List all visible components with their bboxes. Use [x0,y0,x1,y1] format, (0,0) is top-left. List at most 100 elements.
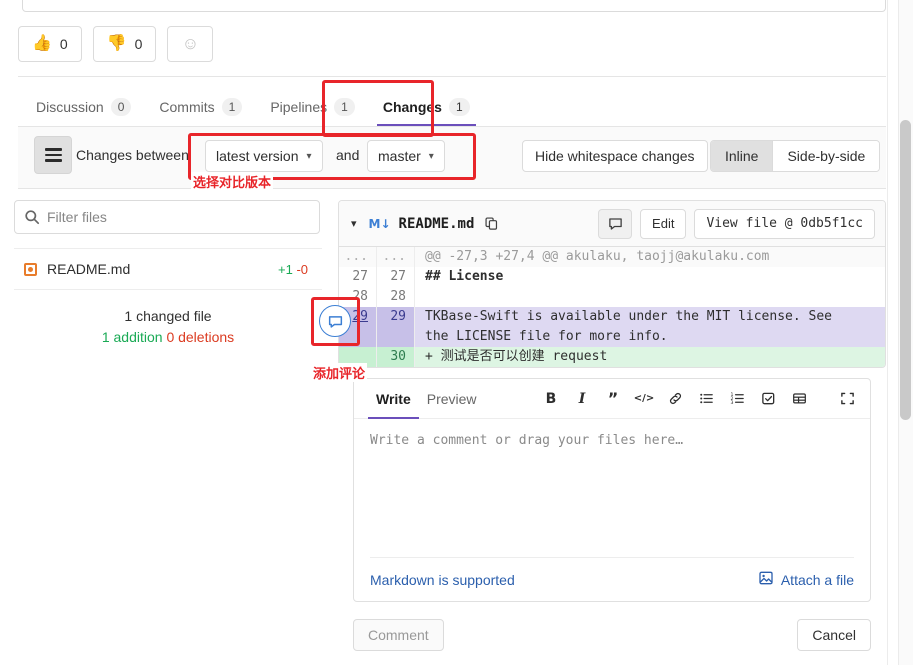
tab-pipelines[interactable]: Pipelines 1 [256,98,369,126]
reaction-thumbs-up-button[interactable]: 👍 0 [18,26,82,62]
merge-request-tabs: Discussion 0 Commits 1 Pipelines 1 Chang… [22,86,484,126]
diff-line-code: @@ -27,3 +27,4 @@ akulaku, taojj@akulaku… [425,249,770,264]
view-mode-inline[interactable]: Inline [711,141,774,171]
copy-path-icon[interactable] [484,216,499,231]
link-icon[interactable] [666,390,684,408]
tab-commits-label: Commits [159,99,215,115]
and-label: and [336,147,360,163]
diff-new-line-number: 30 [377,347,415,367]
tab-changes-label: Changes [382,99,442,115]
add-reaction-button[interactable]: ☺ [167,26,214,62]
chevron-down-icon: ▾ [428,150,434,162]
tab-changes-badge: 1 [448,98,470,116]
tab-commits[interactable]: Commits 1 [145,98,256,126]
tab-changes[interactable]: Changes 1 [369,98,484,126]
reaction-thumbs-down-button[interactable]: 👎 0 [92,26,157,62]
cancel-comment-label: Cancel [812,627,856,643]
diff-filename: README.md [398,215,475,232]
file-modified-icon [24,262,37,276]
view-mode-inline-label: Inline [725,148,759,164]
view-mode-side-by-side[interactable]: Side-by-side [773,141,880,171]
changed-files-sidebar: README.md +1 -0 1 changed file 1 additio… [14,200,322,348]
markdown-toolbar: B I ” </> 1 2 3 [542,389,856,408]
cancel-comment-button[interactable]: Cancel [797,619,871,651]
reactions-bar: 👍 0 👎 0 ☺ [18,26,214,62]
diff-file-header: ▾ M↓ README.md Edit View file @ 0db5f1cc [339,201,885,247]
edit-button[interactable]: Edit [640,208,687,239]
thumbs-down-count: 0 [134,36,143,52]
summary-additions: 1 addition [101,329,163,345]
attach-file-button[interactable]: Attach a file [758,570,854,589]
file-stats: +1 -0 [278,262,308,277]
diff-actions: Edit View file @ 0db5f1cc [598,208,875,239]
compare-toolbar: Changes between latest version ▾ and mas… [18,127,886,189]
diff-line-context-hovered[interactable]: 29 29 TKBase-Swift is available under th… [339,307,885,347]
tab-discussion-label: Discussion [36,99,104,115]
comment-form-toolbar: Write Preview B I ” </> 1 2 3 [354,379,870,419]
chevron-down-icon[interactable]: ▾ [351,217,357,230]
add-comment-bubble-icon[interactable] [319,305,351,337]
page-scrollbar-thumb[interactable] [900,120,911,420]
source-version-dropdown[interactable]: latest version ▾ [205,140,323,172]
annotation-add-comment-label: 添加评论 [311,363,368,382]
quote-icon[interactable]: ” [604,389,622,408]
comment-form: Write Preview B I ” </> 1 2 3 Write a co… [353,378,871,602]
table-icon[interactable] [790,390,808,408]
bulleted-list-icon[interactable] [697,390,715,408]
source-version-value: latest version [216,148,299,164]
tab-preview[interactable]: Preview [419,379,485,419]
changes-summary: 1 changed file 1 addition 0 deletions [14,306,322,348]
diff-line-code: + 测试是否可以创建 request [415,347,885,367]
tab-preview-label: Preview [426,390,477,407]
partial-top-box [22,0,886,12]
hide-whitespace-button[interactable]: Hide whitespace changes [522,140,708,172]
italic-icon[interactable]: I [573,390,591,408]
tab-pipelines-badge: 1 [334,98,355,116]
file-additions: +1 [277,261,293,277]
tab-commits-badge: 1 [221,98,243,116]
comment-form-actions: Comment Cancel [353,619,871,651]
diff-old-line-number: 27 [339,267,377,287]
attach-image-icon [758,570,774,589]
file-list-item-readme[interactable]: README.md +1 -0 [14,249,322,289]
fullscreen-icon[interactable] [838,390,856,408]
diff-new-line-number: ... [377,247,415,267]
task-list-icon[interactable] [759,390,777,408]
hamburger-icon[interactable] [34,136,72,174]
numbered-list-icon[interactable]: 1 2 3 [728,390,746,408]
target-version-dropdown[interactable]: master ▾ [367,140,445,172]
hide-whitespace-label: Hide whitespace changes [535,148,695,164]
tab-discussion[interactable]: Discussion 0 [22,98,145,126]
changed-files-count: 1 changed file [124,308,212,324]
diff-line-addition[interactable]: 30 + 测试是否可以创建 request [339,347,885,367]
comment-form-footer: Markdown is supported Attach a file [370,557,854,601]
compare-label: Changes between [76,147,189,163]
code-icon[interactable]: </> [634,390,654,408]
thumbs-up-count: 0 [59,36,68,52]
comment-textarea[interactable]: Write a comment or drag your files here… [354,419,870,537]
view-file-button[interactable]: View file @ 0db5f1cc [694,208,875,239]
thumbs-down-emoji: 👎 [106,35,127,52]
attach-file-label: Attach a file [780,571,854,588]
diff-line-code: ## License [425,269,504,284]
comment-icon[interactable] [598,208,633,239]
markdown-supported-link[interactable]: Markdown is supported [370,572,515,588]
target-version-value: master [378,148,421,164]
diff-line-context[interactable]: 28 28 [339,287,885,307]
page-scrollbar-track[interactable] [898,0,913,665]
diff-new-line-number: 27 [377,267,415,287]
diff-line-hunk-header: ... ... @@ -27,3 +27,4 @@ akulaku, taojj… [339,247,885,267]
merge-request-changes-page: 👍 0 👎 0 ☺ Discussion 0 Commits 1 Pipelin… [0,0,913,665]
view-mode-side-by-side-label: Side-by-side [787,148,866,164]
additions-deletions-summary: 1 addition 0 deletions [14,327,322,348]
edit-label: Edit [652,216,675,231]
diff-body: ... ... @@ -27,3 +27,4 @@ akulaku, taojj… [339,247,885,367]
panel-divider [887,0,888,665]
bold-icon[interactable]: B [542,390,560,408]
thumbs-up-emoji: 👍 [32,35,52,52]
filter-files-input[interactable] [45,208,305,226]
tab-write[interactable]: Write [368,379,419,419]
view-mode-toggle: Inline Side-by-side [710,140,881,172]
diff-line-context[interactable]: 27 27 ## License [339,267,885,287]
submit-comment-button[interactable]: Comment [353,619,444,651]
